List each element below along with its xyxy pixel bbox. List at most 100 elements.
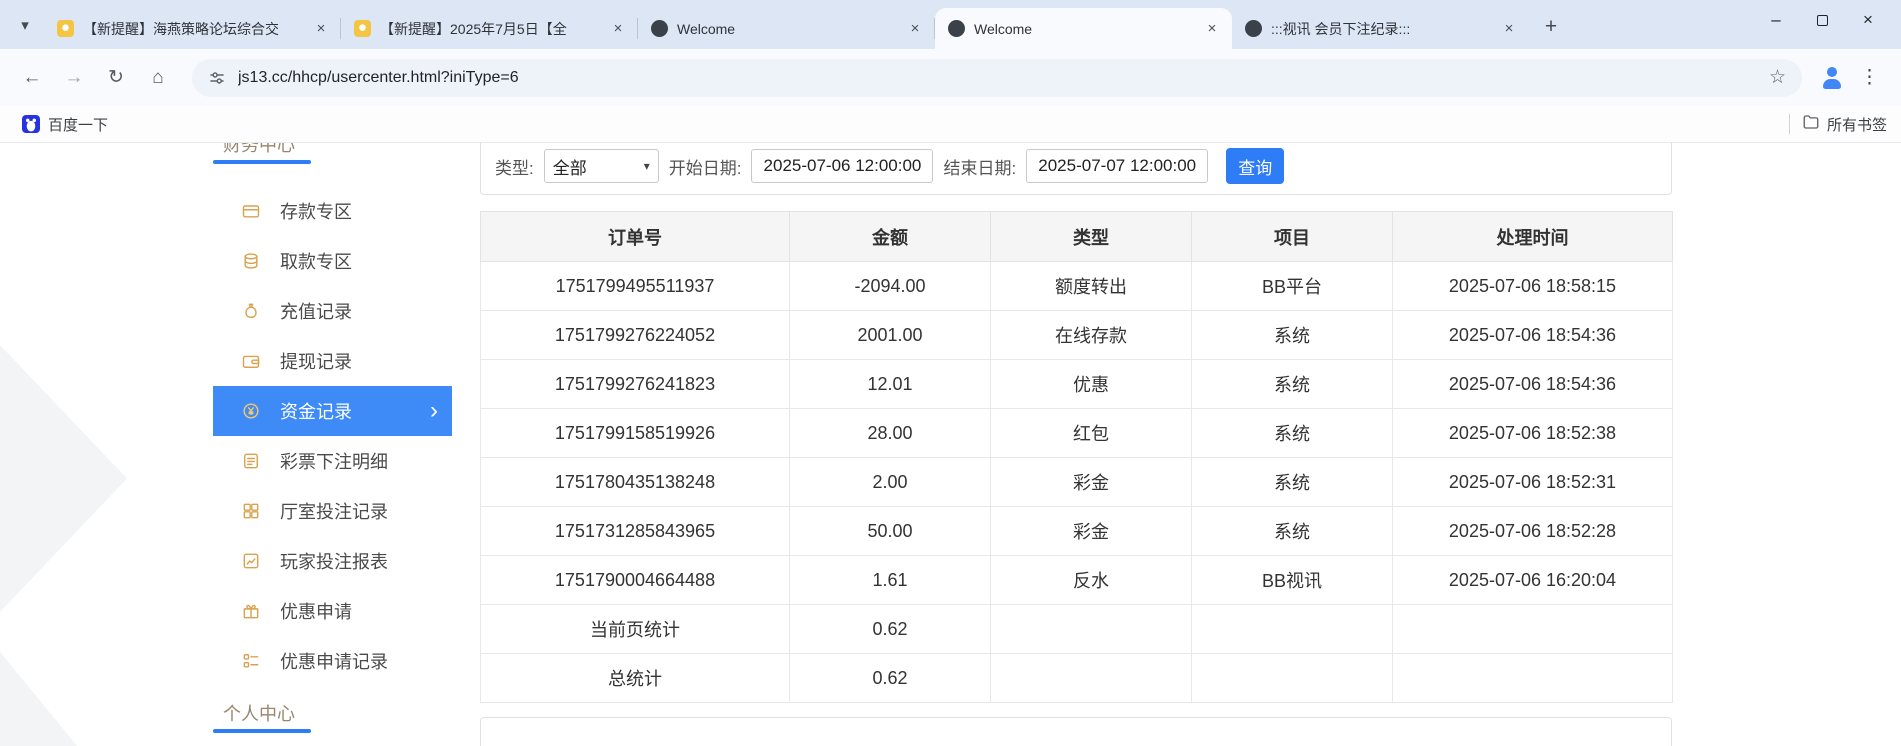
bookmarks-right: 所有书签 — [1788, 113, 1887, 135]
recharge-bag-icon — [241, 301, 261, 321]
table-cell: 2001.00 — [789, 310, 991, 360]
minimize-button[interactable]: – — [1753, 0, 1799, 40]
table-cell: 2025-07-06 18:54:36 — [1392, 310, 1673, 360]
type-select[interactable]: 全部 ▾ — [543, 149, 659, 183]
browser-tab[interactable]: 【新提醒】海燕策略论坛综合交 × — [44, 8, 341, 49]
sidebar-item[interactable]: 优惠申请记录 — [213, 636, 452, 686]
sidebar-item[interactable]: 存款专区 — [213, 186, 452, 236]
globe-favicon — [1245, 20, 1262, 37]
table-row: 当前页统计 0.62 — [480, 604, 1673, 654]
sidebar-item[interactable]: 充值记录 — [213, 286, 452, 336]
deposit-card-icon — [241, 201, 261, 221]
table-cell: 额度转出 — [990, 261, 1192, 311]
section-underline — [213, 160, 311, 164]
tab-title: 【新提醒】海燕策略论坛综合交 — [83, 20, 279, 37]
table-cell: 1751799495511937 — [480, 261, 790, 311]
browser-tab[interactable]: :::视讯 会员下注纪录::: × — [1232, 8, 1529, 49]
menu-dots-icon[interactable]: ⋮ — [1852, 66, 1887, 89]
new-tab-button[interactable]: + — [1535, 11, 1567, 43]
table-cell: 1751780435138248 — [480, 457, 790, 507]
sidebar-item[interactable]: 取款专区 — [213, 236, 452, 286]
maximize-button[interactable] — [1799, 0, 1845, 40]
tab-close-icon[interactable]: × — [905, 19, 925, 39]
close-window-button[interactable]: × — [1845, 0, 1891, 40]
sidebar-item[interactable]: 提现记录 — [213, 336, 452, 386]
sidebar-item-label: 充值记录 — [280, 302, 352, 322]
browser-tab[interactable]: Welcome × — [935, 8, 1232, 49]
table-cell: 2025-07-06 18:54:36 — [1392, 359, 1673, 409]
watermark-triangle — [0, 652, 92, 746]
browser-tab[interactable]: Welcome × — [638, 8, 935, 49]
section-underline — [213, 729, 311, 733]
table-cell: 系统 — [1191, 457, 1393, 507]
profile-avatar-icon[interactable] — [1818, 64, 1846, 92]
table-cell: 当前页统计 — [480, 604, 790, 654]
cash-wallet-icon — [241, 351, 261, 371]
browser-tab[interactable]: 【新提醒】2025年7月5日【全 × — [341, 8, 638, 49]
table-cell: -2094.00 — [789, 261, 991, 311]
table-cell: 彩金 — [990, 506, 1192, 556]
end-date-input[interactable] — [1026, 149, 1209, 183]
tab-close-icon[interactable]: × — [1499, 19, 1519, 39]
tab-title: Welcome — [677, 20, 736, 37]
table-cell: 系统 — [1191, 310, 1393, 360]
bookmarks-bar: 百度一下 所有书签 — [0, 106, 1901, 143]
table-cell: BB视讯 — [1191, 555, 1393, 605]
bookmark-star-icon[interactable]: ☆ — [1769, 66, 1786, 89]
table-cell: 2025-07-06 18:52:31 — [1392, 457, 1673, 507]
table-cell — [1191, 604, 1393, 654]
sidebar-item[interactable]: 优惠申请 — [213, 586, 452, 636]
table-cell: 2025-07-06 18:58:15 — [1392, 261, 1673, 311]
table-cell: 12.01 — [789, 359, 991, 409]
back-icon[interactable]: ← — [14, 60, 50, 96]
promo-gift-icon — [241, 601, 261, 621]
type-select-value: 全部 — [552, 158, 587, 178]
home-icon[interactable]: ⌂ — [140, 60, 176, 96]
forward-icon[interactable]: → — [56, 60, 92, 96]
table-cell: 2025-07-06 18:52:28 — [1392, 506, 1673, 556]
table-row: 1751790004664488 1.61 反水 BB视讯 2025-07-06 16:… — [480, 555, 1673, 605]
tab-close-icon[interactable]: × — [311, 19, 331, 39]
all-bookmarks-button[interactable]: 所有书签 — [1802, 113, 1887, 135]
start-date-input[interactable] — [751, 149, 934, 183]
sidebar-item[interactable]: 厅室投注记录 — [213, 486, 452, 536]
query-button[interactable]: 查询 — [1226, 148, 1285, 184]
site-settings-icon[interactable] — [208, 69, 226, 87]
hall-grid-icon — [241, 501, 261, 521]
section-heading-finance: 财务中心 — [213, 143, 452, 164]
url-bar[interactable]: js13.cc/hhcp/usercenter.html?iniType=6 ☆ — [192, 58, 1802, 97]
table-cell: 系统 — [1191, 408, 1393, 458]
table-cell: 1751799158519926 — [480, 408, 790, 458]
sidebar-item[interactable]: 彩票下注明细 — [213, 436, 452, 486]
column-header: 金额 — [789, 211, 991, 262]
bookmark-label: 百度一下 — [48, 116, 109, 134]
tab-search-button[interactable]: ▾ — [8, 8, 42, 42]
bookmark-baidu[interactable]: 百度一下 — [14, 111, 116, 138]
records-table: 订单号 金额 类型 项目 处理时间 1751799495511937 -2094.00 额度… — [480, 211, 1673, 703]
table-cell: 1751731285843965 — [480, 506, 790, 556]
refresh-icon[interactable]: ↻ — [98, 60, 134, 96]
tab-title: 【新提醒】2025年7月5日【全 — [380, 20, 567, 37]
main-content: 类型: 全部 ▾ 开始日期: 结束日期: 查询 订单号金额类型项目处理时间 17… — [480, 143, 1673, 746]
table-row: 1751731285843965 50.00 彩金 系统 2025-07-06 18:5… — [480, 506, 1673, 556]
sidebar-item-label: 优惠申请记录 — [280, 652, 388, 672]
table-cell: 系统 — [1191, 506, 1393, 556]
tab-close-icon[interactable]: × — [1202, 19, 1222, 39]
tab-close-icon[interactable]: × — [608, 19, 628, 39]
end-date-label: 结束日期: — [943, 158, 1017, 178]
browser-toolbar: ← → ↻ ⌂ js13.cc/hhcp/usercenter.html?ini… — [0, 49, 1901, 106]
sidebar-menu: 存款专区 取款专区 充值记录 提现记录 资金记录 › 彩票下注明细 厅室投注记录 玩家投注报表优… — [213, 186, 452, 686]
filter-bar: 类型: 全部 ▾ 开始日期: 结束日期: 查询 — [480, 143, 1672, 195]
sidebar-item[interactable]: 玩家投注报表 — [213, 536, 452, 586]
window-controls: – × — [1753, 0, 1891, 40]
chevron-right-icon: › — [430, 397, 438, 424]
table-cell: 0.62 — [789, 653, 991, 703]
globe-favicon — [651, 20, 668, 37]
sidebar-item-label: 彩票下注明细 — [280, 452, 388, 472]
sidebar-item[interactable]: 资金记录 › — [213, 386, 452, 436]
table-cell: 系统 — [1191, 359, 1393, 409]
bookmarks-separator — [1788, 114, 1790, 134]
table-cell: 在线存款 — [990, 310, 1192, 360]
tab-title: Welcome — [974, 20, 1033, 37]
table-cell: 总统计 — [480, 653, 790, 703]
